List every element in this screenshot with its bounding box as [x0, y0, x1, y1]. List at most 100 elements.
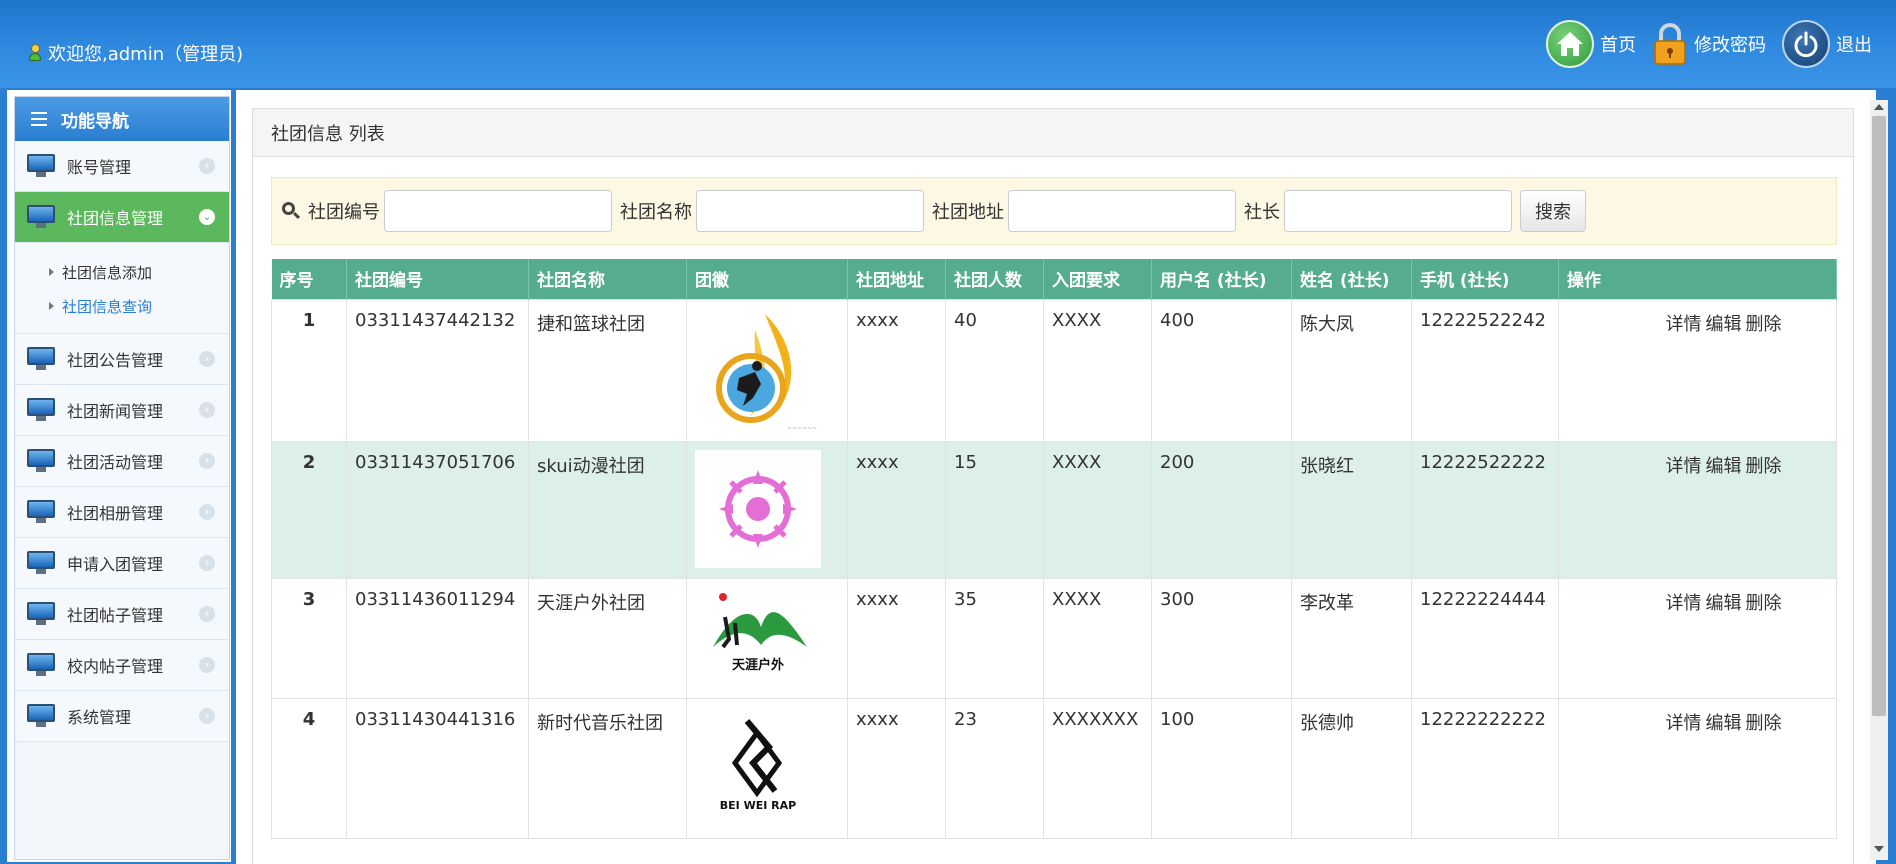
- club-logo-cell: ~~~~~~: [686, 298, 848, 442]
- home-link[interactable]: 首页: [1546, 20, 1636, 68]
- club-name: 新时代音乐社团: [528, 697, 687, 839]
- sidebar-item-label: 校内帖子管理: [67, 657, 164, 676]
- column-header: 序号: [271, 259, 347, 299]
- search-button[interactable]: 搜索: [1520, 190, 1586, 232]
- delete-link[interactable]: 删除: [1746, 456, 1782, 477]
- club-address-input[interactable]: [1008, 190, 1236, 232]
- delete-link[interactable]: 删除: [1746, 713, 1782, 734]
- sidebar-item-club-posts[interactable]: 社团帖子管理 ›: [15, 589, 229, 640]
- scroll-thumb[interactable]: [1872, 116, 1886, 716]
- submenu-item-query[interactable]: 社团信息查询: [49, 289, 229, 323]
- sidebar-item-label: 社团活动管理: [67, 453, 164, 472]
- chevron-right-icon: ›: [199, 453, 215, 469]
- column-header: 操作: [1558, 259, 1837, 299]
- monitor-icon: [27, 347, 55, 371]
- logout-link[interactable]: 退出: [1782, 20, 1872, 68]
- nav-title-text: 功能导航: [61, 111, 129, 132]
- detail-link[interactable]: 详情: [1666, 314, 1702, 335]
- search-icon: [282, 202, 301, 220]
- top-actions: 首页 修改密码 退出: [1546, 20, 1872, 68]
- panel-title: 社团信息 列表: [253, 109, 1853, 157]
- row-actions: 详情 编辑 删除: [1558, 697, 1837, 839]
- logout-label: 退出: [1836, 35, 1872, 56]
- leader-name: 陈大凤: [1291, 298, 1412, 442]
- search-label-name: 社团名称: [620, 202, 692, 223]
- leader-username: 200: [1151, 440, 1292, 579]
- club-requirement: XXXX: [1043, 577, 1152, 699]
- chevron-right-icon: ›: [199, 158, 215, 174]
- club-name-input[interactable]: [696, 190, 924, 232]
- row-actions: 详情 编辑 删除: [1558, 440, 1837, 579]
- club-address: xxxx: [847, 577, 946, 699]
- club-code-input[interactable]: [384, 190, 612, 232]
- outdoor-logo: 天涯户外: [695, 586, 821, 677]
- club-name: 捷和篮球社团: [528, 298, 687, 442]
- delete-link[interactable]: 删除: [1746, 314, 1782, 335]
- search-label-leader: 社长: [1244, 202, 1280, 223]
- search-label-address: 社团地址: [932, 202, 1004, 223]
- row-number: 4: [271, 697, 347, 839]
- column-header: 团徽: [686, 259, 848, 299]
- sidebar-item-label: 社团信息管理: [67, 209, 164, 228]
- sidebar-item-activity[interactable]: 社团活动管理 ›: [15, 436, 229, 487]
- column-header: 用户名 (社长): [1151, 259, 1292, 299]
- sidebar-item-system[interactable]: 系统管理 ›: [15, 691, 229, 742]
- column-header: 社团人数: [945, 259, 1044, 299]
- detail-link[interactable]: 详情: [1666, 456, 1702, 477]
- club-name: 天涯户外社团: [528, 577, 687, 699]
- club-member-count: 40: [945, 298, 1044, 442]
- submenu-item-add[interactable]: 社团信息添加: [49, 255, 229, 289]
- welcome-message: 欢迎您,admin（管理员): [28, 40, 243, 66]
- basketball-logo: ~~~~~~: [695, 307, 821, 432]
- main-content: 社团信息 列表 社团编号 社团名称 社团地址 社长 搜索 序号 社团编号 社团名…: [236, 88, 1876, 864]
- sidebar-item-news[interactable]: 社团新闻管理 ›: [15, 385, 229, 436]
- sidebar-item-album[interactable]: 社团相册管理 ›: [15, 487, 229, 538]
- sidebar-item-campus-posts[interactable]: 校内帖子管理 ›: [15, 640, 229, 691]
- submenu-item-label: 社团信息查询: [62, 297, 153, 316]
- club-code: 03311437051706: [346, 440, 529, 579]
- power-icon: [1782, 20, 1830, 68]
- detail-link[interactable]: 详情: [1666, 593, 1702, 614]
- leader-username: 400: [1151, 298, 1292, 442]
- table-row: 4 03311430441316 新时代音乐社团 BEI WEI RAP xxx…: [271, 697, 1837, 839]
- rap-logo: BEI WEI RAP: [695, 706, 821, 817]
- chevron-right-icon: ›: [199, 606, 215, 622]
- delete-link[interactable]: 删除: [1746, 593, 1782, 614]
- leader-name: 张晓红: [1291, 440, 1412, 579]
- sidebar-item-label: 社团公告管理: [67, 351, 164, 370]
- scroll-down-icon[interactable]: [1874, 846, 1884, 852]
- club-list-panel: 社团信息 列表 社团编号 社团名称 社团地址 社长 搜索 序号 社团编号 社团名…: [252, 108, 1854, 864]
- edit-link[interactable]: 编辑: [1706, 314, 1742, 335]
- club-table: 序号 社团编号 社团名称 团徽 社团地址 社团人数 入团要求 用户名 (社长) …: [271, 259, 1837, 839]
- sidebar-item-club-info[interactable]: 社团信息管理 ⌄: [15, 192, 229, 243]
- vertical-scrollbar[interactable]: [1870, 100, 1888, 860]
- club-leader-input[interactable]: [1284, 190, 1512, 232]
- edit-link[interactable]: 编辑: [1706, 713, 1742, 734]
- home-label: 首页: [1600, 35, 1636, 56]
- detail-link[interactable]: 详情: [1666, 713, 1702, 734]
- list-icon: [31, 112, 47, 126]
- scroll-up-icon[interactable]: [1874, 104, 1884, 110]
- club-code: 03311430441316: [346, 697, 529, 839]
- edit-link[interactable]: 编辑: [1706, 593, 1742, 614]
- row-number: 2: [271, 440, 347, 579]
- rap-logo-text: BEI WEI RAP: [720, 799, 796, 812]
- change-password-link[interactable]: 修改密码: [1652, 22, 1766, 66]
- sidebar-item-notice[interactable]: 社团公告管理 ›: [15, 334, 229, 385]
- chevron-right-icon: ›: [199, 504, 215, 520]
- club-address: xxxx: [847, 697, 946, 839]
- monitor-icon: [27, 205, 55, 229]
- nav-title: 功能导航: [15, 97, 229, 141]
- sidebar-item-account[interactable]: 账号管理 ›: [15, 141, 229, 192]
- submenu-item-label: 社团信息添加: [62, 263, 153, 282]
- leader-phone: 12222222222: [1411, 697, 1559, 839]
- edit-link[interactable]: 编辑: [1706, 456, 1742, 477]
- column-header: 姓名 (社长): [1291, 259, 1412, 299]
- caret-right-icon: [49, 302, 54, 310]
- monitor-icon: [27, 551, 55, 575]
- monitor-icon: [27, 704, 55, 728]
- sidebar-item-apply[interactable]: 申请入团管理 ›: [15, 538, 229, 589]
- column-header: 社团编号: [346, 259, 529, 299]
- search-bar: 社团编号 社团名称 社团地址 社长 搜索: [271, 177, 1837, 245]
- club-info-submenu: 社团信息添加 社团信息查询: [15, 243, 229, 334]
